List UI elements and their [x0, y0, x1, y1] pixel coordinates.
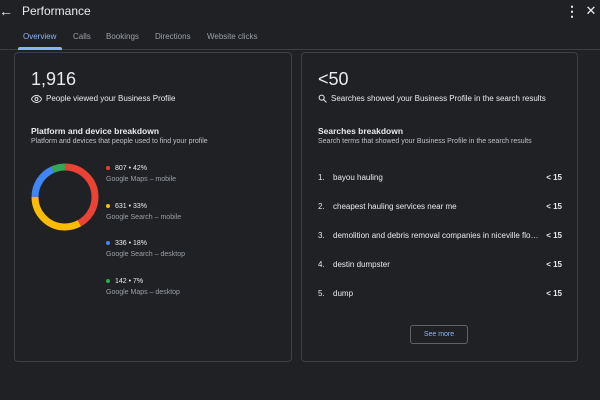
legend-value: 336 • 18% — [115, 239, 148, 247]
row-number: 1. — [318, 173, 325, 182]
close-icon[interactable]: ✕ — [585, 3, 597, 19]
page-title: Performance — [22, 4, 91, 18]
search-term-row: 4. destin dumpster < 15 — [318, 260, 562, 272]
legend-dot — [106, 166, 110, 170]
legend-dot — [106, 204, 110, 208]
row-term: demolition and debris removal companies … — [333, 231, 539, 240]
tab-website-clicks[interactable]: Website clicks — [207, 32, 258, 41]
legend-value: 631 • 33% — [115, 202, 148, 210]
tab-bar: Overview Calls Bookings Directions Websi… — [0, 26, 600, 50]
legend-item-maps-desktop: 142 • 7% Google Maps – desktop — [106, 276, 180, 296]
legend-value: 807 • 42% — [115, 164, 148, 172]
profile-views-caption: People viewed your Business Profile — [46, 94, 176, 103]
row-term: destin dumpster — [333, 260, 390, 269]
tab-directions[interactable]: Directions — [155, 32, 191, 41]
arrow-back-icon[interactable]: ← — [0, 3, 13, 19]
profile-views-caption-line: People viewed your Business Profile — [31, 94, 175, 103]
active-tab-indicator — [18, 47, 62, 50]
legend-dot — [106, 279, 110, 283]
row-term: bayou hauling — [333, 173, 383, 182]
platform-donut-chart — [31, 163, 99, 231]
platform-breakdown-subtitle: Platform and devices that people used to… — [31, 138, 208, 145]
search-term-row: 5. dump < 15 — [318, 289, 562, 301]
row-count: < 15 — [546, 260, 562, 269]
legend-label: Google Maps – desktop — [106, 289, 180, 296]
legend-item-search-desktop: 336 • 18% Google Search – desktop — [106, 238, 185, 258]
row-number: 2. — [318, 202, 325, 211]
legend-label: Google Search – desktop — [106, 251, 185, 258]
row-count: < 15 — [546, 231, 562, 240]
row-count: < 15 — [546, 173, 562, 182]
row-term: cheapest hauling services near me — [333, 202, 457, 211]
searches-count: <50 — [318, 69, 349, 89]
row-number: 3. — [318, 231, 325, 240]
legend-label: Google Maps – mobile — [106, 176, 177, 183]
search-term-row: 3. demolition and debris removal compani… — [318, 231, 562, 243]
row-count: < 15 — [546, 202, 562, 211]
more-vert-icon[interactable]: ⋮ — [565, 3, 579, 19]
searches-breakdown-title: Searches breakdown — [318, 126, 404, 136]
row-term: dump — [333, 289, 354, 298]
searches-breakdown-subtitle: Search terms that showed your Business P… — [318, 138, 532, 145]
tab-overview[interactable]: Overview — [23, 32, 56, 41]
platform-breakdown-title: Platform and device breakdown — [31, 126, 160, 136]
legend-value: 142 • 7% — [115, 277, 144, 285]
legend-item-search-mobile: 631 • 33% Google Search – mobile — [106, 201, 181, 221]
profile-views-count: 1,916 — [31, 69, 77, 89]
row-count: < 15 — [546, 289, 562, 298]
tab-calls[interactable]: Calls — [73, 32, 91, 41]
search-term-row: 2. cheapest hauling services near me < 1… — [318, 202, 562, 214]
row-number: 4. — [318, 260, 325, 269]
legend-item-maps-mobile: 807 • 42% Google Maps – mobile — [106, 163, 176, 183]
see-more-button[interactable]: See more — [410, 325, 468, 344]
searches-caption-line: Searches showed your Business Profile in… — [318, 94, 546, 103]
legend-label: Google Search – mobile — [106, 214, 182, 221]
row-number: 5. — [318, 289, 325, 298]
top-bar: ← Performance ⋮ ✕ — [0, 0, 600, 24]
tab-bookings[interactable]: Bookings — [106, 32, 139, 41]
search-term-row: 1. bayou hauling < 15 — [318, 173, 562, 185]
searches-caption: Searches showed your Business Profile in… — [331, 94, 546, 103]
search-icon — [318, 94, 327, 103]
eye-icon — [31, 94, 42, 103]
legend-dot — [106, 241, 110, 245]
